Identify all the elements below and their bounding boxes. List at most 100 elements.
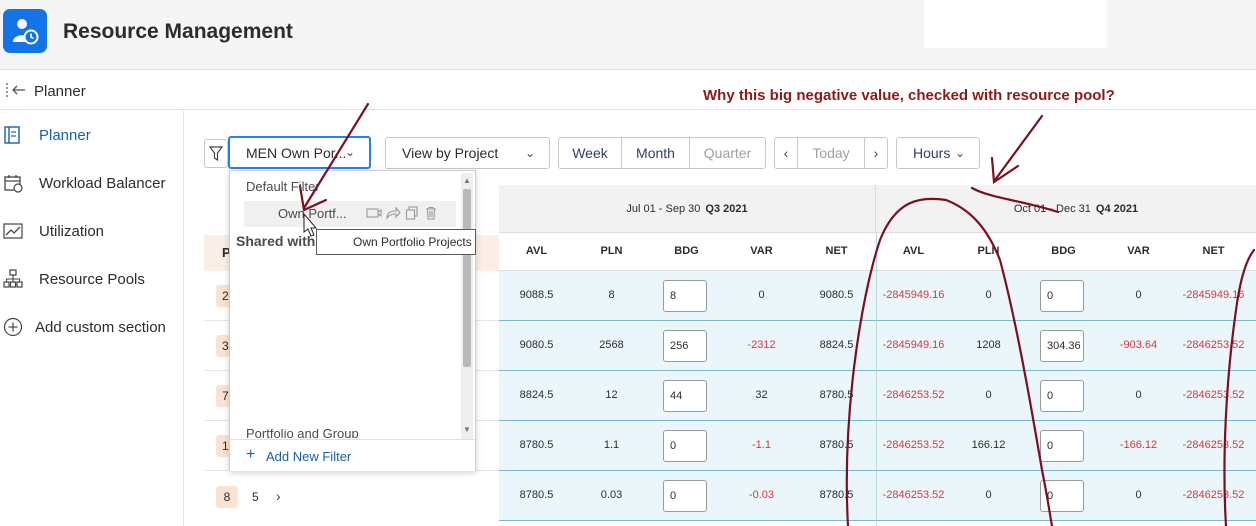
chevron-right-icon[interactable]: › [276, 488, 281, 504]
cell-pln: 2568 [599, 339, 624, 351]
previous-period-button[interactable]: ‹ [774, 137, 798, 169]
cell-net: -2846253.52 [1182, 439, 1245, 451]
scroll-down-icon[interactable]: ▼ [463, 425, 471, 434]
sidebar-item-utilization[interactable]: Utilization [0, 213, 184, 249]
cell-net: 8780.5 [819, 439, 854, 451]
cell-pln: 0.03 [600, 489, 623, 501]
cell-avl: -2845949.16 [882, 289, 945, 301]
pagination-page[interactable]: 5 [252, 490, 259, 504]
cell-pln: 0 [985, 389, 992, 401]
sidebar-item-label: Workload Balancer [39, 174, 166, 192]
quarter-label: Q3 2021 [705, 202, 748, 215]
pagination: 8 5 › [204, 471, 499, 526]
arrow-to-grid [993, 114, 1044, 182]
cell-pln: 0 [985, 489, 992, 501]
subnav-title: Planner [34, 83, 86, 100]
sidebar-item-workload-balancer[interactable]: Workload Balancer [0, 165, 184, 201]
cell-var: 0 [1135, 289, 1142, 301]
pagination-current[interactable]: 8 [216, 486, 238, 508]
table-row: 9080.5 2568 256 -2312 8824.5 -2845949.16 1208 3… [499, 321, 1256, 371]
range-month-button[interactable]: Month [621, 137, 690, 169]
table-row: 8780.5 0.03 0 -0.03 8780.5 -2846253.52 0 0 0 -284… [499, 471, 1256, 521]
delete-icon[interactable] [423, 205, 439, 221]
app-header: Resource Management [0, 0, 1256, 70]
cell-net: 8780.5 [819, 389, 854, 401]
cell-avl: 9080.5 [519, 339, 554, 351]
resource-management-logo-icon[interactable] [3, 9, 47, 53]
column-header-pln: PLN [977, 245, 1000, 257]
cell-pln: 0 [985, 289, 992, 301]
scroll-up-icon[interactable]: ▲ [463, 176, 471, 185]
next-period-button[interactable]: › [864, 137, 888, 169]
column-header-bdg: BDG [674, 245, 699, 257]
app-title: Resource Management [63, 20, 293, 43]
cell-avl: -2846253.52 [882, 439, 945, 451]
filter-option-label: Own Portf... [278, 206, 347, 221]
scrollbar-thumb[interactable] [463, 189, 471, 367]
filter-select-value: MEN Own Por... [246, 144, 347, 161]
chevron-right-icon: › [873, 145, 879, 161]
filter-select[interactable]: MEN Own Por... ⌄ [228, 136, 371, 169]
units-value: Hours [913, 145, 951, 161]
cell-avl: 9088.5 [519, 289, 554, 301]
filter-icon[interactable] [204, 139, 228, 168]
cell-var: 0 [1135, 389, 1142, 401]
budget-input[interactable]: 44 [663, 380, 707, 412]
add-new-filter-button[interactable]: + Add New Filter [230, 439, 475, 471]
cell-net: -2846253.52 [1182, 489, 1245, 501]
cell-var: 32 [755, 389, 768, 401]
calendar-clock-icon [4, 175, 23, 193]
cell-avl: -2845949.16 [882, 339, 945, 351]
line-chart-icon [3, 223, 23, 239]
share-filter-icon[interactable] [366, 205, 382, 221]
units-select[interactable]: Hours ⌄ [896, 137, 980, 169]
forward-icon[interactable] [385, 205, 401, 221]
dropdown-scrollbar[interactable]: ▲ ▼ [461, 173, 473, 439]
quarter-header-q4: Oct 01 - Dec 31 Q4 2021 [876, 185, 1256, 233]
budget-input[interactable]: 256 [663, 330, 707, 362]
copy-icon[interactable] [404, 205, 420, 221]
chevron-down-icon: ⌄ [344, 145, 355, 159]
filter-option-portfolio-and-group[interactable]: Portfolio and Group [246, 429, 359, 438]
column-header-avl: AVL [525, 245, 548, 257]
cell-var: 0 [758, 289, 765, 301]
filter-tooltip: Own Portfolio Projects [316, 229, 476, 255]
shared-with-section-label: Shared with [236, 233, 316, 249]
annotation-text: Why this big negative value, checked wit… [703, 87, 1115, 104]
cell-net: -2845949.16 [1182, 289, 1245, 301]
column-header-avl: AVL [902, 245, 925, 257]
column-header-net: NET [825, 245, 848, 257]
budget-input[interactable]: 0 [1040, 380, 1084, 412]
view-by-select[interactable]: View by Project ⌄ [385, 137, 550, 169]
budget-input[interactable]: 0 [1040, 480, 1084, 512]
budget-input[interactable]: 0 [1040, 280, 1084, 312]
planner-icon [4, 126, 20, 144]
cell-pln: 12 [605, 389, 618, 401]
view-by-value: View by Project [402, 145, 499, 161]
budget-input[interactable]: 8 [663, 280, 707, 312]
quarter-range: Jul 01 - Sep 30 [626, 202, 701, 215]
sidebar-item-label: Utilization [39, 222, 105, 240]
collapse-sidebar-icon[interactable] [5, 82, 27, 98]
filter-option-own-portfolio[interactable]: Own Portf... [244, 201, 456, 227]
budget-input[interactable]: 0 [663, 480, 707, 512]
sidebar-item-planner[interactable]: Planner [0, 117, 184, 153]
budget-input[interactable]: 304.36 [1040, 330, 1084, 362]
range-quarter-button[interactable]: Quarter [689, 137, 766, 169]
sidebar-item-label: Planner [39, 126, 91, 144]
today-button[interactable]: Today [797, 137, 865, 169]
cell-pln: 166.12 [971, 439, 1006, 451]
chevron-left-icon: ‹ [783, 145, 789, 161]
cell-var: -1.1 [752, 439, 771, 451]
cell-pln: 1208 [976, 339, 1001, 351]
column-header-net: NET [1202, 245, 1225, 257]
sidebar-item-add-custom-section[interactable]: Add custom section [0, 309, 184, 345]
cell-avl: 8780.5 [519, 489, 554, 501]
range-week-button[interactable]: Week [558, 137, 622, 169]
column-header-var: VAR [750, 245, 773, 257]
sidebar-item-resource-pools[interactable]: Resource Pools [0, 261, 184, 297]
budget-input[interactable]: 0 [1040, 430, 1084, 462]
budget-input[interactable]: 0 [663, 430, 707, 462]
cell-var: -166.12 [1119, 439, 1158, 451]
cell-var: -903.64 [1119, 339, 1158, 351]
